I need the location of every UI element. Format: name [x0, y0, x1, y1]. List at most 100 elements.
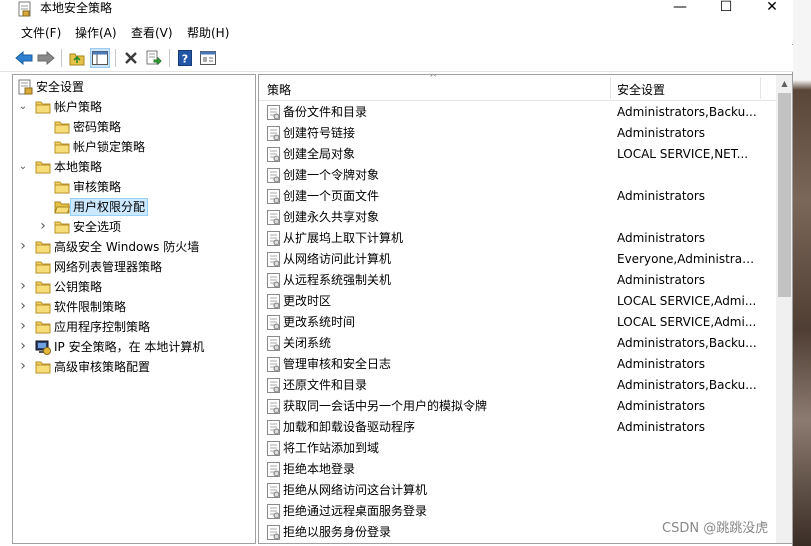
scroll-thumb[interactable] — [778, 93, 791, 297]
help-icon: ? — [178, 50, 192, 66]
policy-row[interactable]: 将工作站添加到域 — [259, 438, 776, 459]
export-list-icon — [146, 50, 162, 66]
column-divider[interactable] — [610, 77, 611, 99]
menu-view[interactable]: 查看(V) — [131, 25, 173, 41]
tree-item[interactable]: › 软件限制策略 — [13, 297, 253, 317]
folder-icon — [54, 181, 70, 194]
forward-button[interactable] — [36, 48, 56, 68]
tree-item[interactable]: 用户权限分配 — [13, 197, 253, 217]
policy-row[interactable]: 创建一个页面文件 Administrators — [259, 186, 776, 207]
chevron-right-icon[interactable]: › — [17, 279, 29, 294]
policy-row[interactable]: 创建符号链接 Administrators — [259, 123, 776, 144]
policy-row[interactable]: 更改系统时间 LOCAL SERVICE,Admi... — [259, 312, 776, 333]
folder-icon — [35, 241, 51, 254]
policy-name: 创建一个令牌对象 — [283, 168, 380, 182]
properties-button[interactable] — [198, 48, 218, 68]
back-button[interactable] — [14, 48, 34, 68]
policy-row[interactable]: 拒绝从网络访问这台计算机 — [259, 480, 776, 501]
chevron-right-icon[interactable]: › — [17, 359, 29, 374]
folder-icon — [35, 281, 51, 294]
tree-item[interactable]: › 应用程序控制策略 — [13, 317, 253, 337]
vertical-scrollbar[interactable]: ▲ — [776, 75, 792, 543]
up-one-level-button[interactable] — [67, 48, 87, 68]
policy-row[interactable]: 还原文件和目录 Administrators,Backu... — [259, 375, 776, 396]
policy-icon — [267, 441, 280, 456]
tree-item[interactable]: ⌄ 帐户策略 — [13, 97, 253, 117]
policy-row[interactable]: 管理审核和安全日志 Administrators — [259, 354, 776, 375]
policy-name: 创建一个页面文件 — [283, 189, 380, 203]
policy-name: 创建永久共享对象 — [283, 210, 380, 224]
tree-item[interactable]: › 高级安全 Windows 防火墙 — [13, 237, 253, 257]
menu-file[interactable]: 文件(F) — [21, 25, 61, 41]
policy-row[interactable]: 加载和卸载设备驱动程序 Administrators — [259, 417, 776, 438]
tree-item[interactable]: 安全设置 — [13, 77, 253, 97]
folder-icon — [35, 361, 51, 374]
title-bar[interactable]: 本地安全策略 — ☐ ✕ — [0, 0, 793, 22]
policy-icon — [267, 483, 280, 498]
console-tree[interactable]: 安全设置 ⌄ 帐户策略 密码策略 帐户锁定策略 ⌄ 本地策略 审核策略 用户权限分配 › 安全选项 ›… — [12, 74, 256, 544]
toolbar-separator — [169, 49, 170, 67]
tree-item[interactable]: 帐户锁定策略 — [13, 137, 253, 157]
tree-item[interactable]: 网络列表管理器策略 — [13, 257, 253, 277]
policy-row[interactable]: 获取同一会话中另一个用户的模拟令牌 Administrators — [259, 396, 776, 417]
help-button[interactable]: ? — [175, 48, 195, 68]
tree-item-label: IP 安全策略，在 本地计算机 — [54, 340, 205, 354]
tree-item-label: 高级安全 Windows 防火墙 — [54, 240, 200, 254]
chevron-down-icon[interactable]: ⌄ — [17, 160, 29, 174]
policy-row[interactable]: 从远程系统强制关机 Administrators — [259, 270, 776, 291]
tree-item[interactable]: › 安全选项 — [13, 217, 253, 237]
policy-row[interactable]: 更改时区 LOCAL SERVICE,Admi... — [259, 291, 776, 312]
forward-arrow-icon — [37, 51, 55, 65]
tree-item[interactable]: › IP 安全策略，在 本地计算机 — [13, 337, 253, 357]
tree-item[interactable]: ⌄ 本地策略 — [13, 157, 253, 177]
column-header-security-setting[interactable]: 安全设置 — [617, 81, 665, 98]
menu-action[interactable]: 操作(A) — [75, 25, 117, 41]
policy-row[interactable]: 备份文件和目录 Administrators,Backu... — [259, 102, 776, 123]
policy-row[interactable]: 从网络访问此计算机 Everyone,Administrat... — [259, 249, 776, 270]
list-header: 策略 ^ 安全设置 — [259, 75, 776, 101]
tree-item[interactable]: › 公钥策略 — [13, 277, 253, 297]
menu-help[interactable]: 帮助(H) — [187, 25, 229, 41]
csdn-watermark: CSDN @跳跳没虎 — [662, 521, 769, 536]
delete-button[interactable] — [121, 48, 141, 68]
policy-name: 创建全局对象 — [283, 147, 356, 161]
close-button[interactable]: ✕ — [749, 0, 795, 18]
policy-row[interactable]: 创建一个令牌对象 — [259, 165, 776, 186]
chevron-down-icon[interactable]: ⌄ — [17, 100, 29, 114]
sort-ascending-icon: ^ — [429, 74, 438, 84]
policy-list-view[interactable]: 策略 ^ 安全设置 备份文件和目录 Administrators,Backu...… — [258, 74, 793, 544]
chevron-right-icon[interactable]: › — [37, 219, 49, 234]
policy-row[interactable]: 拒绝本地登录 — [259, 459, 776, 480]
tree-item[interactable]: 密码策略 — [13, 117, 253, 137]
policy-icon — [267, 126, 280, 141]
show-hide-console-tree-button[interactable] — [90, 48, 110, 68]
scroll-up-button[interactable]: ▲ — [776, 75, 792, 92]
policy-row[interactable]: 创建永久共享对象 — [259, 207, 776, 228]
maximize-button[interactable]: ☐ — [703, 0, 749, 18]
chevron-right-icon[interactable]: › — [17, 339, 29, 354]
menu-bar: 文件(F) 操作(A) 查看(V) 帮助(H) — [0, 22, 793, 44]
tree-item[interactable]: 审核策略 — [13, 177, 253, 197]
local-security-policy-window: 本地安全策略 — ☐ ✕ 文件(F) 操作(A) 查看(V) 帮助(H) ? 安… — [0, 0, 793, 546]
policy-icon — [267, 336, 280, 351]
policy-security-setting: Administrators,Backu... — [617, 105, 757, 119]
window-title: 本地安全策略 — [40, 1, 113, 15]
policy-row[interactable]: 从扩展坞上取下计算机 Administrators — [259, 228, 776, 249]
policy-icon — [267, 210, 280, 225]
column-header-policy[interactable]: 策略 — [267, 81, 291, 98]
chevron-right-icon[interactable]: › — [17, 239, 29, 254]
delete-icon — [125, 52, 137, 64]
chevron-right-icon[interactable]: › — [17, 299, 29, 314]
policy-row[interactable]: 创建全局对象 LOCAL SERVICE,NET... — [259, 144, 776, 165]
tree-item-label: 帐户策略 — [54, 100, 103, 114]
column-divider[interactable] — [760, 77, 761, 99]
properties-icon — [200, 51, 216, 65]
chevron-right-icon[interactable]: › — [17, 319, 29, 334]
policy-security-setting: LOCAL SERVICE,Admi... — [617, 315, 757, 329]
folder-icon — [35, 261, 51, 274]
minimize-button[interactable]: — — [657, 0, 703, 18]
tree-item[interactable]: › 高级审核策略配置 — [13, 357, 253, 377]
policy-row[interactable]: 关闭系统 Administrators,Backu... — [259, 333, 776, 354]
policy-icon — [267, 420, 280, 435]
export-list-button[interactable] — [144, 48, 164, 68]
